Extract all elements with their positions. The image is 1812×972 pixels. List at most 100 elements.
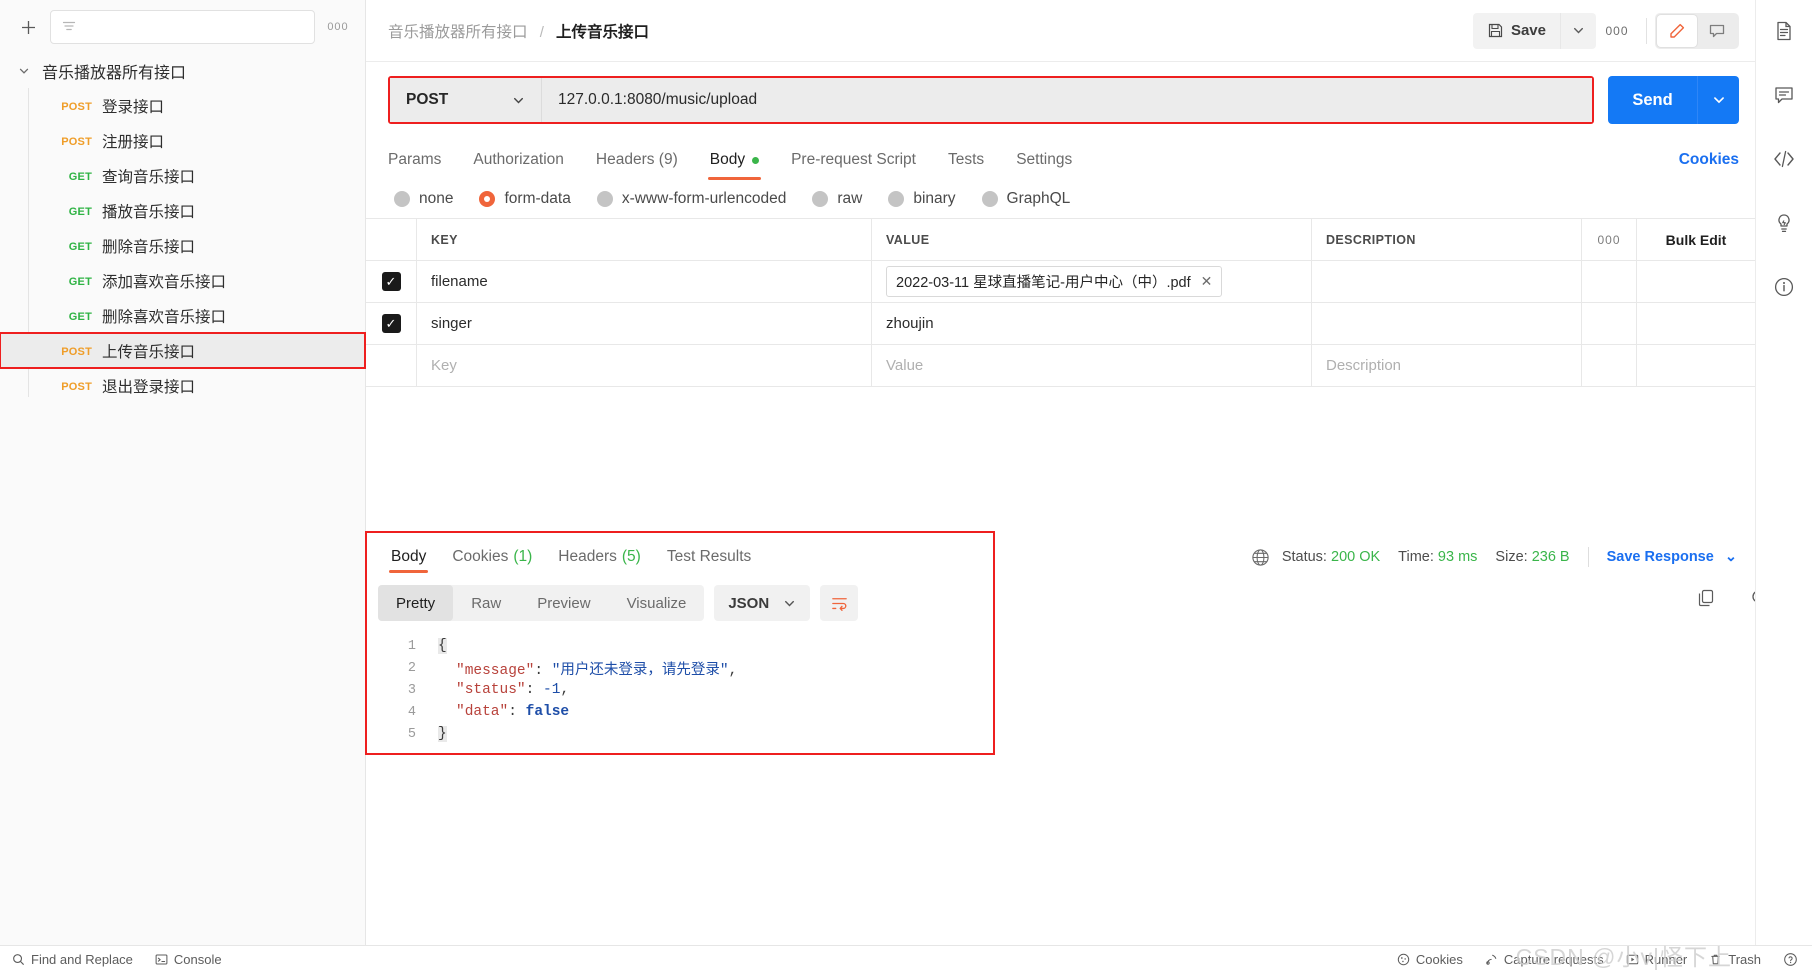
radio-icon bbox=[812, 191, 829, 207]
body-type-binary[interactable]: binary bbox=[888, 190, 956, 208]
row-spacer-2 bbox=[1637, 261, 1755, 302]
documentation-icon[interactable] bbox=[1771, 18, 1797, 44]
response-tab-body[interactable]: Body bbox=[378, 533, 439, 581]
capture-requests-button[interactable]: Capture requests bbox=[1485, 952, 1604, 967]
capture-requests-label: Capture requests bbox=[1503, 951, 1604, 967]
info-icon[interactable] bbox=[1771, 274, 1797, 300]
body-type-none[interactable]: none bbox=[394, 190, 453, 208]
wrap-lines-button[interactable] bbox=[820, 585, 859, 621]
table-row-new[interactable]: Key Value Description bbox=[366, 345, 1755, 387]
console-label: Console bbox=[173, 951, 222, 967]
json-colon: : bbox=[508, 704, 526, 720]
tab-settings[interactable]: Settings bbox=[1000, 138, 1088, 182]
save-dropdown-button[interactable] bbox=[1560, 12, 1596, 49]
tab-body[interactable]: Body bbox=[694, 138, 775, 182]
view-mode-visualize[interactable]: Visualize bbox=[609, 585, 705, 621]
lightbulb-icon[interactable] bbox=[1771, 210, 1797, 236]
request-list: POST 登录接口 POST 注册接口 GET 查询音乐接口 GET 播放音乐接… bbox=[0, 88, 366, 403]
row-checkbox[interactable]: ✓ bbox=[381, 314, 401, 333]
file-chip[interactable]: 2022-03-11 星球直播笔记-用户中心（中）.pdf ✕ bbox=[886, 266, 1223, 297]
row-checkbox[interactable]: ✓ bbox=[381, 272, 401, 291]
url-input[interactable]: 127.0.0.1:8080/music/upload bbox=[542, 78, 1592, 122]
edit-mode-button[interactable] bbox=[1657, 14, 1697, 47]
topbar-actions: Save 000 bbox=[1472, 12, 1739, 49]
radio-label: x-www-form-urlencoded bbox=[621, 190, 787, 207]
response-tab-cookies[interactable]: Cookies (1) bbox=[439, 533, 545, 581]
save-button[interactable]: Save bbox=[1472, 12, 1560, 49]
url-text: 127.0.0.1:8080/music/upload bbox=[558, 91, 758, 108]
radio-label: binary bbox=[913, 190, 956, 207]
request-item-8[interactable]: POST 退出登录接口 bbox=[0, 368, 365, 403]
request-item-6[interactable]: GET 删除喜欢音乐接口 bbox=[0, 298, 365, 333]
tab-tests[interactable]: Tests bbox=[932, 138, 1000, 182]
comment-icon bbox=[1709, 24, 1725, 37]
line-number: 1 bbox=[407, 638, 416, 654]
row-key[interactable]: singer bbox=[431, 315, 472, 332]
response-view-modes: Pretty Raw Preview Visualize bbox=[378, 585, 705, 621]
table-more-button[interactable]: 000 bbox=[1581, 219, 1637, 260]
row-value[interactable]: zhoujin bbox=[886, 315, 934, 332]
bulk-edit-button[interactable]: Bulk Edit bbox=[1637, 219, 1755, 260]
view-mode-pretty[interactable]: Pretty bbox=[378, 585, 454, 621]
view-mode-preview[interactable]: Preview bbox=[519, 585, 608, 621]
method-select[interactable]: POST bbox=[390, 78, 542, 122]
request-item-0[interactable]: POST 登录接口 bbox=[0, 88, 365, 123]
table-row[interactable]: ✓ filename 2022-03-11 星球直播笔记-用户中心（中）.pdf… bbox=[366, 261, 1755, 303]
breadcrumb-current[interactable]: 上传音乐接口 bbox=[556, 24, 649, 41]
console-button[interactable]: Console bbox=[155, 952, 222, 967]
request-item-4[interactable]: GET 删除音乐接口 bbox=[0, 228, 365, 263]
send-dropdown-button[interactable] bbox=[1697, 76, 1739, 124]
response-body-code[interactable]: 1 { 2 "message": "用户还未登录，请先登录", 3 "statu… bbox=[366, 621, 1755, 745]
collection-name: 音乐播放器所有接口 bbox=[42, 65, 187, 82]
header-checkbox-cell bbox=[366, 219, 417, 260]
request-tabs: Params Authorization Headers (9) Body Pr… bbox=[366, 138, 1755, 182]
radio-icon bbox=[888, 191, 905, 207]
tab-authorization[interactable]: Authorization bbox=[457, 138, 579, 182]
comments-icon[interactable] bbox=[1771, 82, 1797, 108]
topbar-more-button[interactable]: 000 bbox=[1596, 13, 1638, 49]
body-type-form-data[interactable]: form-data bbox=[479, 190, 571, 208]
request-item-5[interactable]: GET 添加喜欢音乐接口 bbox=[0, 263, 365, 298]
new-button[interactable] bbox=[14, 13, 42, 41]
body-type-graphql[interactable]: GraphQL bbox=[981, 190, 1070, 208]
table-row[interactable]: ✓ singer zhoujin bbox=[366, 303, 1755, 345]
tab-headers[interactable]: Headers (9) bbox=[580, 138, 694, 182]
send-button[interactable]: Send bbox=[1608, 76, 1697, 124]
response-tab-test-results[interactable]: Test Results bbox=[654, 533, 764, 581]
json-colon: : bbox=[534, 662, 552, 679]
filter-input[interactable] bbox=[50, 10, 315, 44]
code-snippet-icon[interactable] bbox=[1771, 146, 1797, 172]
request-item-upload-music[interactable]: POST 上传音乐接口 bbox=[0, 332, 366, 369]
comment-mode-button[interactable] bbox=[1697, 15, 1737, 47]
trash-button[interactable]: Trash bbox=[1709, 952, 1761, 967]
response-tab-headers[interactable]: Headers (5) bbox=[545, 533, 654, 581]
body-type-raw[interactable]: raw bbox=[812, 190, 862, 208]
cookies-button[interactable]: Cookies bbox=[1397, 952, 1463, 967]
request-item-3[interactable]: GET 播放音乐接口 bbox=[0, 193, 365, 228]
cookies-link[interactable]: Cookies bbox=[1679, 151, 1739, 169]
new-row-value[interactable]: Value bbox=[886, 357, 923, 374]
new-row-description[interactable]: Description bbox=[1326, 357, 1401, 374]
breadcrumb-parent[interactable]: 音乐播放器所有接口 bbox=[388, 24, 528, 41]
sidebar-more-button[interactable]: 000 bbox=[323, 13, 353, 41]
runner-label: Runner bbox=[1644, 951, 1688, 967]
row-key[interactable]: filename bbox=[431, 273, 488, 290]
body-type-urlencoded[interactable]: x-www-form-urlencoded bbox=[596, 190, 787, 208]
json-colon: : bbox=[525, 682, 544, 698]
collection-row[interactable]: 音乐播放器所有接口 bbox=[0, 54, 365, 88]
row-checkbox[interactable] bbox=[382, 356, 401, 375]
request-item-2[interactable]: GET 查询音乐接口 bbox=[0, 158, 365, 193]
tab-pre-request-script[interactable]: Pre-request Script bbox=[775, 138, 932, 182]
remove-file-icon[interactable]: ✕ bbox=[1201, 273, 1213, 290]
help-button[interactable] bbox=[1783, 952, 1798, 967]
view-mode-raw[interactable]: Raw bbox=[453, 585, 519, 621]
new-row-key[interactable]: Key bbox=[431, 357, 457, 374]
save-response-button[interactable]: Save Response ⌄ bbox=[1607, 549, 1737, 565]
copy-icon[interactable] bbox=[1694, 586, 1718, 610]
response-format-select[interactable]: JSON bbox=[714, 585, 811, 621]
status-bar-left: Find and Replace Console bbox=[0, 952, 222, 967]
find-and-replace-button[interactable]: Find and Replace bbox=[12, 952, 133, 967]
request-item-1[interactable]: POST 注册接口 bbox=[0, 123, 365, 158]
runner-button[interactable]: Runner bbox=[1626, 951, 1688, 967]
tab-params[interactable]: Params bbox=[388, 138, 457, 182]
